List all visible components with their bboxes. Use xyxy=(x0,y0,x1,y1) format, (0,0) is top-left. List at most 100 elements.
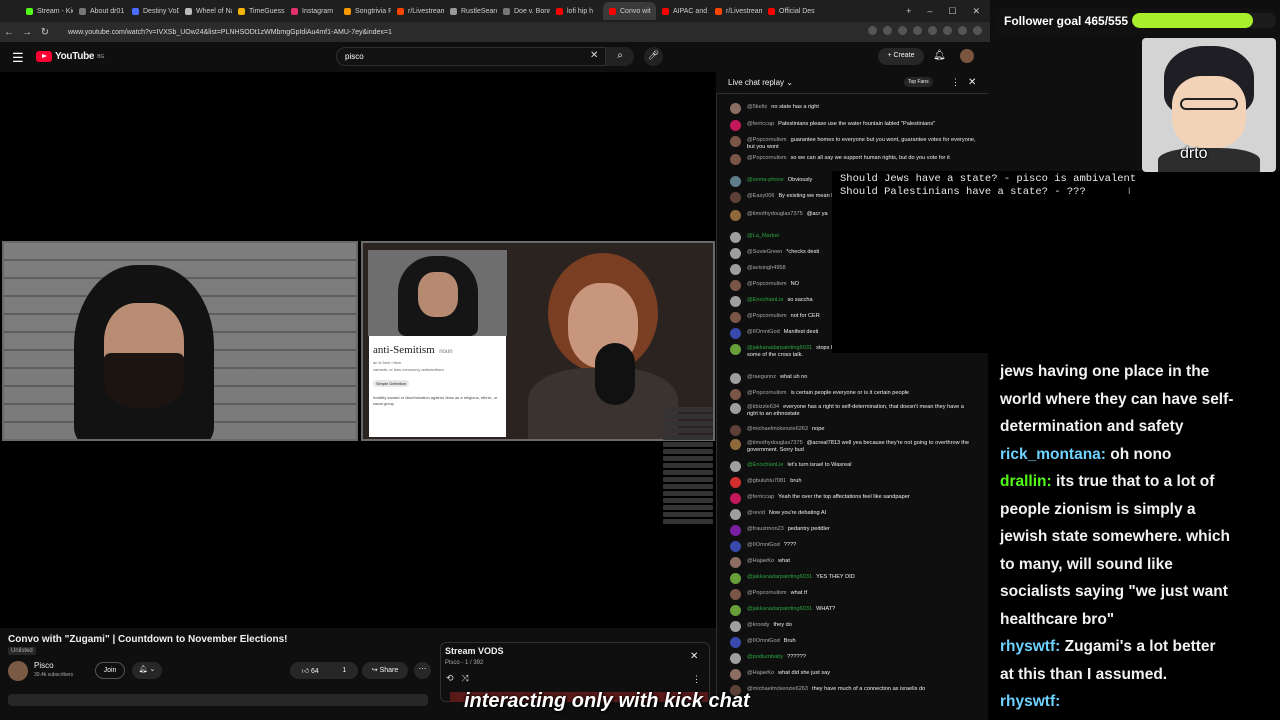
chat-author[interactable]: @timothydouglas7375 xyxy=(747,211,803,217)
chat-message[interactable]: @EnochianLie let's turn israel to Wasreal xyxy=(730,461,976,472)
chat-author[interactable]: @podiumbaby xyxy=(747,654,783,660)
new-tab-icon[interactable]: + xyxy=(906,6,911,16)
chat-author[interactable]: @raegunnz xyxy=(747,374,776,380)
create-button[interactable]: + Create xyxy=(878,48,924,65)
chat-message[interactable]: @michaelmckenzie6263 nope xyxy=(730,425,976,436)
chat-message[interactable]: @gbuluhlu7081 bruh xyxy=(730,477,976,488)
chat-message[interactable]: @5keltz no state has a right xyxy=(730,103,976,114)
more-actions-button[interactable]: ⋯ xyxy=(414,662,431,679)
extension-icon[interactable] xyxy=(913,26,922,35)
extension-icon[interactable] xyxy=(958,26,967,35)
chat-author[interactable]: @HajaeKo xyxy=(747,558,774,564)
clear-search-icon[interactable]: ✕ xyxy=(590,50,598,61)
chat-mode-dropdown[interactable]: Live chat replay ⌄ xyxy=(728,78,793,87)
chat-author[interactable]: @jakkanadarpainting6031 xyxy=(747,606,812,612)
chat-author[interactable]: @jakkanadarpainting6031 xyxy=(747,574,812,580)
url-field[interactable]: www.youtube.com/watch?v=IVXSb_UOw24&list… xyxy=(68,29,392,36)
chat-author[interactable]: @michaelmckenzie6263 xyxy=(747,426,808,432)
chat-author[interactable]: @IIOmniGod xyxy=(747,329,780,335)
chat-message[interactable]: @Popcornulism what tf xyxy=(730,589,976,600)
chat-message[interactable]: @michaelmckenzie6263 they have much of a … xyxy=(730,685,976,696)
description-box[interactable] xyxy=(8,694,428,706)
like-button[interactable]: 👍︎ 64 xyxy=(302,666,319,675)
chat-author[interactable]: @EnochianLie xyxy=(747,297,783,303)
chat-more-icon[interactable]: ⋮ xyxy=(951,77,960,88)
chat-author[interactable]: @jakkanadarpainting6031 xyxy=(747,345,812,351)
chat-message[interactable]: @Popcornulism guarantee homes to everyone… xyxy=(730,136,976,151)
extension-icon[interactable] xyxy=(943,26,952,35)
browser-tab[interactable]: Songtrivia P xyxy=(338,2,391,20)
chat-message[interactable]: @revid Now you're debating AI xyxy=(730,509,976,520)
browser-tab[interactable]: AIPAC and A xyxy=(656,2,709,20)
browser-tab[interactable]: TimeGuessr xyxy=(232,2,285,20)
browser-tab[interactable]: Doe v. Bonn xyxy=(497,2,550,20)
close-window-icon[interactable]: ✕ xyxy=(972,6,980,17)
subscription-bell-button[interactable]: 🔔︎ ⌄ xyxy=(132,662,162,679)
browser-tab[interactable]: About dr01 xyxy=(73,2,126,20)
chat-author[interactable]: @kroody xyxy=(747,622,769,628)
chat-message[interactable]: @jakkanadarpainting6031 WHAT? xyxy=(730,605,976,616)
chat-author[interactable]: @revid xyxy=(747,510,765,516)
youtube-logo[interactable]: YouTube BG xyxy=(36,51,104,62)
chat-message[interactable]: @IIOmniGod???? xyxy=(730,541,976,552)
chat-author[interactable]: @Popcornulism xyxy=(747,137,787,143)
chat-author[interactable]: @IIOmniGod xyxy=(747,638,780,644)
chat-author[interactable]: @fraustmon23 xyxy=(747,526,784,532)
chat-author[interactable]: @gbuluhlu7081 xyxy=(747,478,786,484)
close-playlist-icon[interactable]: ✕ xyxy=(690,651,698,662)
top-fans-button[interactable]: Top Fans xyxy=(904,77,933,87)
channel-avatar[interactable] xyxy=(8,661,28,681)
close-chat-icon[interactable]: ✕ xyxy=(968,77,976,88)
reload-icon[interactable]: ↻ xyxy=(36,27,54,38)
extension-icon[interactable] xyxy=(973,26,982,35)
chat-message[interactable]: @ferriccap Palestinians please use the wa… xyxy=(730,120,976,131)
chat-author[interactable]: @EnochianLie xyxy=(747,462,783,468)
chat-message[interactable]: @Popcornulism is certain people everyone … xyxy=(730,389,976,400)
minimize-icon[interactable]: – xyxy=(927,6,932,16)
chat-message[interactable]: @jakkanadarpainting6031 YES THEY DID xyxy=(730,573,976,584)
extension-icon[interactable] xyxy=(883,26,892,35)
chat-message[interactable]: @timothydouglas7375 @acreal7813 well yea … xyxy=(730,439,976,454)
search-input[interactable] xyxy=(336,47,606,66)
chat-author[interactable]: @kbizzle634 xyxy=(747,404,779,410)
browser-tab[interactable]: Instagram xyxy=(285,2,338,20)
chat-author[interactable]: @ferriccap xyxy=(747,121,774,127)
chat-message[interactable]: @HajaeKo what did she just say xyxy=(730,669,976,680)
chat-author[interactable]: @ferriccap xyxy=(747,494,774,500)
chat-author[interactable]: @Popcornulism xyxy=(747,281,787,287)
chat-message[interactable]: @ferriccap Yeah the over the top affectat… xyxy=(730,493,976,504)
share-button[interactable]: ↪ Share xyxy=(362,662,408,679)
dislike-button[interactable]: 1 xyxy=(342,667,346,674)
hamburger-menu-icon[interactable]: ☰ xyxy=(12,50,24,66)
chat-message[interactable]: @HajaeKo what xyxy=(730,557,976,568)
playlist-title[interactable]: Stream VODS xyxy=(445,646,504,656)
browser-tab[interactable]: Convo wit✕ xyxy=(603,2,656,20)
loop-icon[interactable]: ⟲ xyxy=(446,673,454,684)
playlist-menu-icon[interactable]: ⋮ xyxy=(692,674,701,685)
extension-icon[interactable] xyxy=(928,26,937,35)
chat-message[interactable]: @podiumbaby?????? xyxy=(730,653,976,664)
browser-tab[interactable]: RustleSearch xyxy=(444,2,497,20)
browser-tab[interactable]: Stream - Kick xyxy=(20,2,73,20)
extension-icon[interactable] xyxy=(868,26,877,35)
browser-tab[interactable]: Official Desti xyxy=(762,2,815,20)
chat-author[interactable]: @sema-phone xyxy=(747,177,784,183)
chat-author[interactable]: @HajaeKo xyxy=(747,670,774,676)
chat-author[interactable]: @Popcornulism xyxy=(747,155,787,161)
chat-author[interactable]: @Popcornulism xyxy=(747,313,787,319)
chat-author[interactable]: @Popcornulism xyxy=(747,390,787,396)
browser-tab[interactable]: r/Livestream xyxy=(709,2,762,20)
account-avatar[interactable] xyxy=(960,49,974,63)
chat-author[interactable]: @Easy006 xyxy=(747,193,774,199)
channel-name[interactable]: Pisco xyxy=(34,661,54,670)
extension-icon[interactable] xyxy=(898,26,907,35)
chat-message[interactable]: @fraustmon23 pedantry peddler xyxy=(730,525,976,536)
browser-tab[interactable]: r/Livestream xyxy=(391,2,444,20)
chat-author[interactable]: @michaelmckenzie6263 xyxy=(747,686,808,692)
chat-author[interactable]: @La_Marker xyxy=(747,233,779,239)
chat-author[interactable]: @timothydouglas7375 xyxy=(747,440,803,446)
forward-icon[interactable]: → xyxy=(18,27,36,38)
chat-message[interactable]: @kbizzle634 everyone has a right to self-… xyxy=(730,403,976,418)
browser-tab[interactable]: Wheel of Na xyxy=(179,2,232,20)
browser-tab[interactable]: Destiny VoD xyxy=(126,2,179,20)
